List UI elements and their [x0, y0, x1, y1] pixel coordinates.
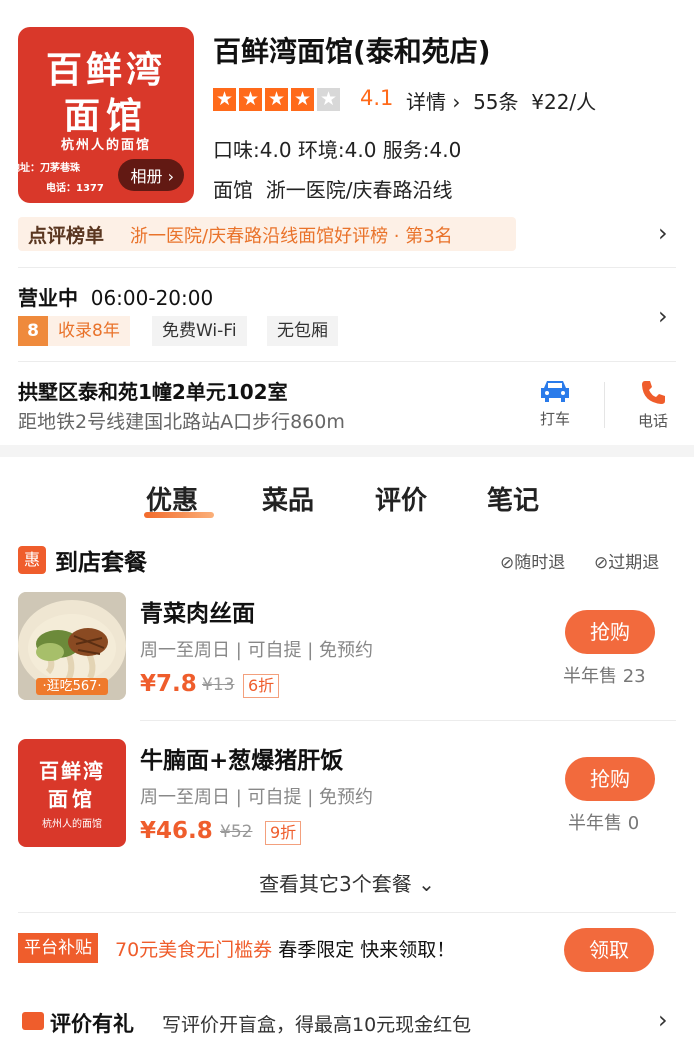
deal-name[interactable]: 青菜肉丝面	[140, 594, 255, 628]
buy-button[interactable]: 抢购	[565, 757, 655, 801]
taxi-button[interactable]: 打车	[530, 378, 580, 429]
tab-notes[interactable]: 笔记	[487, 480, 539, 517]
phone-icon	[642, 381, 665, 404]
address-distance: 距地铁2号线建国北路站A口步行860m	[18, 411, 345, 433]
star-rating	[213, 87, 343, 115]
deal-original-price: ¥13	[202, 675, 235, 695]
review-count: 55条	[473, 90, 519, 114]
subsidy-highlight: 70元美食无门槛券	[115, 939, 273, 961]
review-reward-text: 写评价开盲盒，得最高10元现金红包	[162, 1014, 472, 1036]
refund-anytime: ⊘随时退	[500, 553, 566, 573]
discount-badge-icon: 惠	[18, 546, 46, 574]
taxi-label: 打车	[539, 410, 570, 428]
years-tag: 收录8年	[48, 316, 130, 346]
divider	[604, 382, 605, 428]
album-label: 相册	[130, 167, 163, 186]
category: 面馆	[213, 178, 253, 202]
refund-expired: ⊘过期退	[594, 553, 660, 573]
logo-line-3: 杭州人的面馆	[60, 138, 151, 153]
chevron-right-icon: ›	[167, 167, 174, 186]
subsidy-badge: 平台补贴	[18, 933, 98, 963]
thumb-badge: ·逛吃567·	[36, 678, 108, 695]
shop-name: 百鲜湾面馆(泰和苑店)	[213, 35, 491, 68]
sub-scores: 口味:4.0 环境:4.0 服务:4.0	[213, 138, 462, 162]
price-per-person: ¥22/人	[531, 90, 597, 114]
deal-thumbnail[interactable]: 百鲜湾 面馆 杭州人的面馆	[18, 739, 126, 847]
star-empty-icon	[317, 87, 340, 111]
deal-original-price: ¥52	[220, 822, 253, 842]
deal-sold: 半年售 23	[563, 666, 646, 687]
star-icon	[265, 87, 288, 111]
chevron-right-icon: ›	[452, 90, 461, 114]
more-deals-link[interactable]: 查看其它3个套餐 ⌄	[0, 868, 694, 897]
deal-discount: 9折	[265, 821, 302, 845]
tab-reviews[interactable]: 评价	[375, 480, 427, 517]
thumb-line-2: 面馆	[48, 787, 96, 811]
deal-price: ¥46.8	[140, 818, 213, 844]
thumb-line-1: 百鲜湾	[39, 759, 105, 783]
car-icon	[541, 381, 569, 402]
divider	[140, 720, 676, 721]
shop-logo[interactable]: 百鲜湾 面馆 杭州人的面馆 地址：刀茅巷珠 电话：1377 相册 ›	[18, 27, 194, 203]
room-tag: 无包厢	[267, 316, 338, 346]
star-icon	[239, 87, 262, 111]
logo-line-2: 面馆	[63, 95, 148, 137]
open-time: 06:00-20:00	[90, 286, 214, 310]
phone-label: 电话	[637, 412, 668, 430]
deal-desc: 周一至周日 | 可自提 | 免预约	[140, 787, 374, 808]
detail-link[interactable]: 详情 ›	[406, 90, 460, 114]
shop-category: 面馆 浙一医院/庆春路沿线	[213, 174, 452, 203]
business-hours[interactable]: 营业中 06:00-20:00	[18, 282, 213, 311]
chevron-right-icon[interactable]: ›	[658, 1006, 668, 1034]
rank-text: 浙一医院/庆春路沿线面馆好评榜 · 第3名	[130, 226, 453, 247]
logo-phone: 电话：1377	[46, 183, 104, 194]
check-circle-icon: ⊘	[500, 553, 515, 573]
deal-price: ¥7.8	[140, 671, 197, 697]
deal-desc: 周一至周日 | 可自提 | 免预约	[140, 640, 374, 661]
logo-line-1: 百鲜湾	[45, 49, 166, 91]
divider	[18, 912, 676, 913]
rating-value: 4.1	[360, 86, 394, 110]
divider	[18, 361, 676, 362]
star-icon	[213, 87, 236, 111]
tab-dishes[interactable]: 菜品	[262, 480, 314, 517]
rank-label: 点评榜单	[28, 225, 105, 247]
chevron-right-icon[interactable]: ›	[658, 302, 668, 330]
rank-banner[interactable]: 点评榜单 浙一医院/庆春路沿线面馆好评榜 · 第3名	[18, 217, 516, 251]
wifi-tag: 免费Wi-Fi	[152, 316, 247, 346]
deal-discount: 6折	[243, 674, 280, 698]
album-button[interactable]: 相册 ›	[118, 159, 184, 191]
logo-address: 地址：刀茅巷珠	[18, 163, 80, 174]
phone-button[interactable]: 电话	[628, 378, 678, 431]
shop-meta: 详情 › 55条 ¥22/人	[406, 86, 596, 115]
tab-deals[interactable]: 优惠	[146, 480, 198, 517]
deal-thumbnail[interactable]: ·逛吃567·	[18, 592, 126, 700]
deal-sold: 半年售 0	[568, 813, 640, 834]
subsidy-text: 70元美食无门槛券 春季限定 快来领取！	[115, 939, 456, 961]
section-title: 到店套餐	[55, 550, 147, 576]
section-gap	[0, 445, 694, 457]
envelope-icon	[22, 1012, 44, 1030]
star-icon	[291, 87, 314, 111]
thumb-line-3: 杭州人的面馆	[42, 819, 102, 830]
address-line[interactable]: 拱墅区泰和苑1幢2单元102室	[18, 376, 288, 405]
check-circle-icon: ⊘	[594, 553, 609, 573]
claim-button[interactable]: 领取	[564, 928, 654, 972]
years-badge-icon: 8	[18, 316, 48, 346]
chevron-down-icon: ⌄	[418, 872, 435, 896]
area: 浙一医院/庆春路沿线	[265, 178, 453, 202]
buy-button[interactable]: 抢购	[565, 610, 655, 654]
divider	[18, 267, 676, 268]
open-status: 营业中	[18, 286, 78, 310]
deal-name[interactable]: 牛腩面+葱爆猪肝饭	[140, 741, 343, 775]
review-reward-title[interactable]: 评价有礼	[50, 1008, 134, 1038]
chevron-right-icon[interactable]: ›	[658, 219, 668, 247]
